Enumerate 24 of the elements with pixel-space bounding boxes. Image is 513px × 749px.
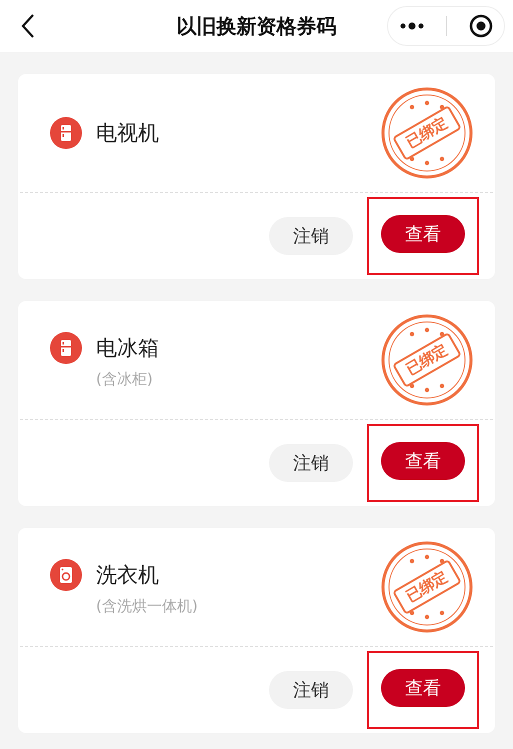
cancel-button[interactable]: 注销	[269, 444, 353, 482]
appliance-note: (含冰柜)	[96, 370, 154, 388]
stamp-ring-icon	[379, 85, 475, 181]
more-icon[interactable]	[398, 22, 425, 30]
fridge-icon	[50, 117, 82, 149]
bound-stamp-label: 已绑定	[392, 105, 462, 161]
back-icon[interactable]	[20, 13, 36, 39]
bound-stamp-label: 已绑定	[392, 332, 462, 388]
appliance-name: 电视机	[96, 120, 159, 147]
cancel-button[interactable]: 注销	[269, 671, 353, 709]
appliance-name: 电冰箱	[96, 334, 159, 362]
fridge-icon	[50, 332, 82, 364]
stamp-ring-icon	[379, 539, 475, 635]
cancel-button[interactable]: 注销	[269, 217, 353, 255]
page-title: 以旧换新资格券码	[176, 12, 336, 40]
view-button[interactable]: 查看	[381, 669, 465, 707]
view-button[interactable]: 查看	[381, 215, 465, 253]
washer-icon	[50, 558, 82, 590]
appliance-name: 洗衣机	[96, 562, 159, 588]
stamp-ring-icon	[379, 312, 475, 408]
close-icon[interactable]	[469, 14, 494, 38]
view-button[interactable]: 查看	[381, 442, 465, 480]
bound-stamp-label: 已绑定	[392, 559, 462, 615]
appliance-note: (含洗烘一体机)	[96, 596, 199, 616]
